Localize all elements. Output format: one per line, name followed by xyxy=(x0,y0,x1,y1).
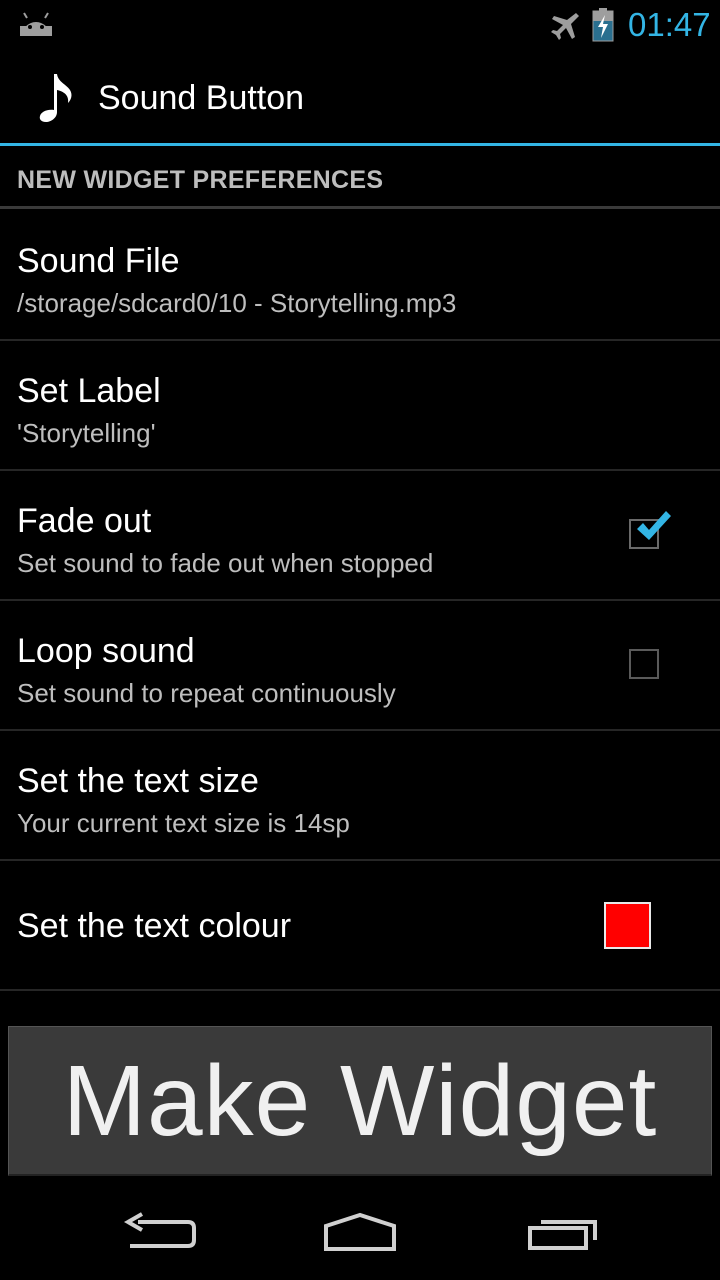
pref-sound-file[interactable]: Sound File /storage/sdcard0/10 - Storyte… xyxy=(0,211,720,341)
pref-title: Fade out xyxy=(17,502,152,540)
make-widget-label: Make Widget xyxy=(62,1044,658,1157)
make-widget-button[interactable]: Make Widget xyxy=(8,1026,712,1176)
checkmark-icon xyxy=(637,511,671,540)
android-icon xyxy=(20,12,52,36)
pref-set-label[interactable]: Set Label 'Storytelling' xyxy=(0,341,720,471)
pref-summary: 'Storytelling' xyxy=(17,418,156,448)
pref-summary: /storage/sdcard0/10 - Storytelling.mp3 xyxy=(17,288,457,318)
pref-title: Sound File xyxy=(17,242,180,280)
navigation-bar xyxy=(0,1190,720,1280)
recent-apps-icon[interactable] xyxy=(525,1210,601,1256)
text-colour-swatch[interactable] xyxy=(604,902,651,949)
pref-title: Set the text colour xyxy=(17,907,292,945)
home-icon[interactable] xyxy=(320,1210,400,1256)
pref-summary: Set sound to fade out when stopped xyxy=(17,548,434,578)
app-title: Sound Button xyxy=(98,79,305,117)
pref-text-size[interactable]: Set the text size Your current text size… xyxy=(0,731,720,861)
pref-fade-out[interactable]: Fade out Set sound to fade out when stop… xyxy=(0,471,720,601)
pref-text-colour[interactable]: Set the text colour xyxy=(0,861,720,991)
pref-loop-sound[interactable]: Loop sound Set sound to repeat continuou… xyxy=(0,601,720,731)
pref-title: Loop sound xyxy=(17,632,195,670)
clock: 01:47 xyxy=(628,6,711,43)
pref-title: Set the text size xyxy=(17,762,259,800)
pref-title: Set Label xyxy=(17,372,161,410)
back-icon[interactable] xyxy=(122,1210,198,1256)
action-bar: Sound Button xyxy=(0,50,720,144)
category-divider xyxy=(0,206,720,209)
music-note-icon xyxy=(39,74,72,122)
loop-sound-checkbox[interactable] xyxy=(629,649,659,679)
category-title: NEW WIDGET PREFERENCES xyxy=(17,166,384,194)
category-header: NEW WIDGET PREFERENCES xyxy=(0,146,720,206)
status-bar: 01:47 xyxy=(0,0,720,50)
airplane-mode-icon xyxy=(551,13,579,40)
pref-summary: Your current text size is 14sp xyxy=(17,808,350,838)
battery-charging-icon xyxy=(592,8,614,42)
divider xyxy=(0,989,720,991)
fade-out-checkbox[interactable] xyxy=(629,511,671,549)
pref-summary: Set sound to repeat continuously xyxy=(17,678,396,708)
